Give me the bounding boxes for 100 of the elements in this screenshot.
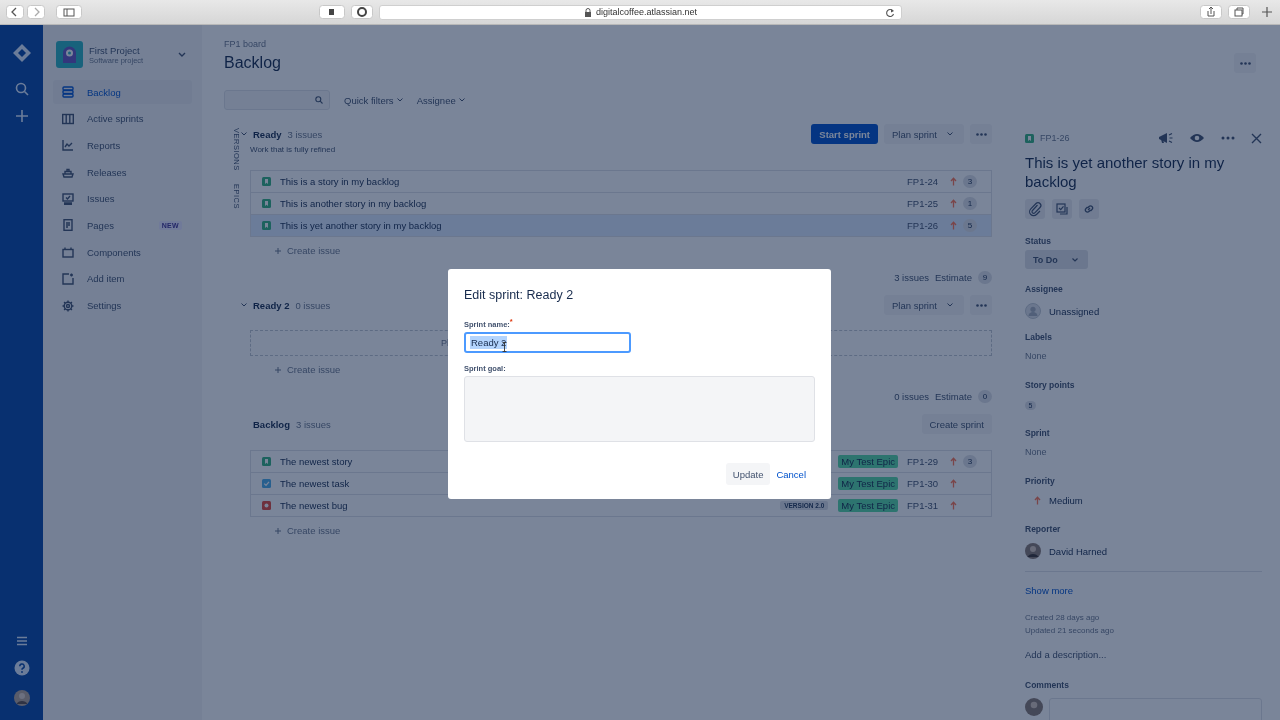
epic-label: My Test Epic (838, 455, 898, 468)
chart-icon (62, 139, 74, 152)
more-button[interactable] (970, 124, 992, 144)
filter-dropdown[interactable]: Assignee (416, 94, 465, 106)
plus-icon (275, 247, 281, 254)
story-points: 3 (963, 175, 977, 188)
issue-summary: The newest story (280, 456, 353, 467)
plan-sprint-button[interactable]: Plan sprint (884, 295, 964, 315)
issue-key: FP1-29 (907, 456, 941, 467)
more-icon (1239, 61, 1251, 65)
field-label: Priority (1025, 476, 1056, 486)
collapse-chevron-icon[interactable] (241, 303, 247, 307)
drop-zone-text: Pl (441, 338, 449, 348)
sidebar-item[interactable]: Reports (53, 133, 192, 158)
sidebar-item[interactable]: Settings (53, 293, 192, 318)
attachment-icon[interactable] (1025, 199, 1045, 219)
sprint-goal-field[interactable] (464, 376, 815, 442)
record-icon[interactable] (351, 5, 373, 19)
link-icon[interactable] (1079, 199, 1099, 219)
subtask-icon[interactable] (1052, 199, 1072, 219)
search-icon (315, 96, 323, 104)
breadcrumb-link[interactable]: FP1 board (224, 39, 1256, 49)
close-icon[interactable] (1251, 132, 1262, 144)
url-text: digitalcoffee.atlassian.net (596, 7, 697, 17)
project-avatar-icon[interactable] (56, 41, 83, 68)
sidebar-item[interactable]: Components (53, 240, 192, 265)
text-cursor-icon (502, 342, 507, 352)
create-issue-link[interactable]: Create issue (275, 364, 341, 375)
avatar-icon[interactable] (13, 690, 30, 706)
chevron-down-icon (396, 98, 403, 102)
create-icon[interactable] (14, 109, 29, 123)
estimate-label: Estimate (935, 272, 972, 283)
filter-dropdown[interactable]: Quick filters (344, 94, 403, 106)
priority-arrow-icon (1034, 496, 1041, 505)
status-dropdown[interactable]: To Do (1025, 250, 1088, 269)
epic-label: My Test Epic (838, 477, 898, 490)
megaphone-icon[interactable] (1157, 131, 1173, 145)
collapse-chevron-icon[interactable] (241, 132, 247, 136)
issue-row[interactable]: This is a story in my backlog FP1-24 3 (251, 171, 991, 192)
chevron-down-icon[interactable] (178, 51, 186, 58)
story-icon (262, 457, 271, 466)
help-icon[interactable] (13, 660, 30, 676)
board-icon (62, 112, 74, 125)
search-icon[interactable] (14, 82, 29, 96)
update-button[interactable]: Update (725, 463, 771, 485)
field-label: Sprint (1025, 428, 1051, 438)
plan-sprint-button[interactable]: Plan sprint (884, 124, 964, 144)
reload-icon[interactable] (885, 7, 895, 18)
issue-summary: This is another story in my backlog (280, 198, 427, 209)
create-issue-link[interactable]: Create issue (275, 245, 341, 256)
sidebar-item[interactable]: Add item (53, 266, 192, 291)
share-icon[interactable] (1200, 5, 1222, 19)
estimate-total: 9 (978, 271, 992, 284)
field-label: Story points (1025, 380, 1076, 390)
page-icon (62, 219, 74, 232)
page-title: Backlog (224, 54, 281, 72)
backlog-icon (62, 86, 74, 98)
field-label: Reporter (1025, 524, 1062, 534)
sprint-name-field[interactable]: Ready 2 (464, 332, 631, 353)
issue-summary: The newest bug (280, 500, 348, 511)
create-issue-link[interactable]: Create issue (275, 525, 341, 536)
priority-arrow-icon (950, 457, 957, 466)
more-button[interactable] (970, 295, 992, 315)
issue-key-link[interactable]: FP1-26 (1040, 133, 1070, 143)
show-more-link[interactable]: Show more (1025, 585, 1262, 596)
more-icon[interactable] (1221, 136, 1235, 140)
lock-icon (584, 7, 593, 17)
chevron-down-icon (1071, 257, 1078, 262)
sidebar-item[interactable]: Issues (53, 186, 192, 211)
issue-row[interactable]: This is yet another story in my backlog FP1-26 5 (251, 214, 991, 236)
cancel-link[interactable]: Cancel (774, 468, 808, 480)
avatar-icon (1025, 543, 1041, 559)
search-field[interactable] (224, 90, 330, 110)
menu-icon[interactable] (15, 636, 28, 646)
start-sprint-button[interactable]: Start sprint (811, 124, 878, 144)
more-button[interactable] (1234, 53, 1256, 73)
add-description-field[interactable]: Add a description... (1025, 649, 1262, 660)
sprint-name: Ready (253, 128, 282, 140)
issue-count: 3 issues (287, 128, 323, 140)
sidebar-item[interactable]: Active sprints (53, 106, 192, 131)
back-icon[interactable] (6, 5, 24, 19)
comments-heading: Comments (1025, 680, 1070, 690)
watch-icon[interactable] (1189, 132, 1205, 144)
address-bar[interactable]: digitalcoffee.atlassian.net (379, 4, 902, 20)
logo-icon[interactable] (11, 43, 32, 63)
estimate-label: Estimate (935, 391, 972, 402)
dialog-title: Edit sprint: Ready 2 (464, 288, 575, 302)
tabs-icon[interactable] (1228, 5, 1250, 19)
sidebar-toggle-icon[interactable] (56, 5, 82, 19)
chevron-down-icon (946, 303, 953, 307)
sidebar-item[interactable]: Backlog (53, 80, 192, 104)
sidebar-item[interactable]: Releases (53, 160, 192, 185)
issue-summary: The newest task (280, 478, 350, 489)
new-tab-icon[interactable] (1260, 5, 1274, 19)
story-icon (262, 199, 271, 208)
create-sprint-button[interactable]: Create sprint (921, 414, 992, 434)
plus-icon (275, 366, 281, 373)
project-name[interactable]: First Project (89, 44, 172, 56)
more-icon (975, 303, 987, 307)
issue-count: 0 issues (894, 391, 930, 402)
